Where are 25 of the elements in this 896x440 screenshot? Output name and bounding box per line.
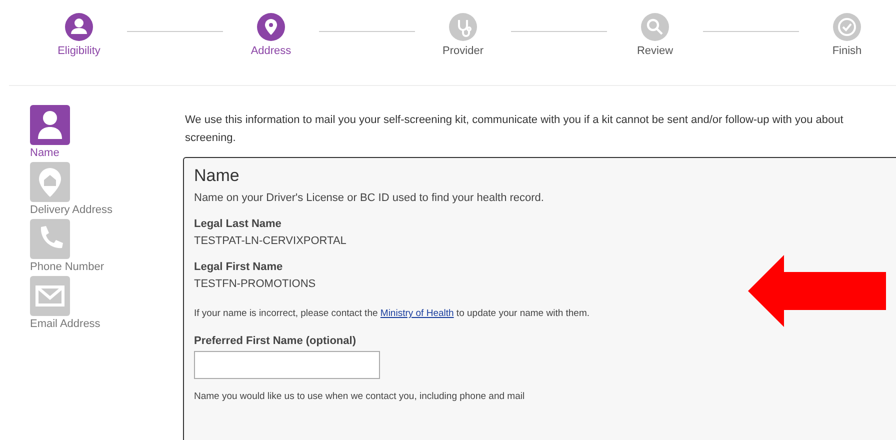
input-field[interactable]	[194, 351, 380, 379]
card-subtitle: Name on your Driver's License or BC ID used to find your health record.	[194, 192, 545, 204]
field-value: TESTPAT-LN-CERVIXPORTAL	[194, 235, 348, 247]
section-label[interactable]: Name	[30, 145, 60, 161]
person-icon[interactable]	[30, 105, 70, 145]
card-title: Name	[194, 166, 240, 186]
section-label[interactable]: Phone Number	[30, 259, 104, 275]
envelope-icon[interactable]	[30, 276, 70, 316]
step-label: Eligibility	[58, 45, 100, 57]
step-label: Review	[636, 45, 674, 57]
field-label: Legal Last Name	[194, 218, 282, 230]
house-pin-icon[interactable]	[30, 162, 70, 202]
step-label: Provider	[442, 45, 484, 57]
field-hint: Name you would like us to use when we contact you, including phone and mail	[194, 391, 526, 402]
step-label: Finish	[832, 45, 862, 57]
intro-text: We use this information to mail you your self-screening kit, communicate with you if a kit cannot be sent and/or follow-up with you about screening.	[185, 113, 844, 146]
step-label: Address	[250, 45, 292, 57]
section-label[interactable]: Delivery Address	[30, 202, 113, 218]
field-value: TESTFN-PROMOTIONS	[194, 278, 317, 290]
field-label: Legal First Name	[194, 261, 284, 273]
ministry-link[interactable]: Ministry of Health	[380, 308, 454, 319]
field-label: Preferred First Name (optional)	[194, 335, 357, 347]
section-label[interactable]: Email Address	[30, 316, 100, 332]
phone-icon[interactable]	[30, 219, 70, 259]
note-text: If your name is incorrect, please contact the Ministry of Health to update your name with them.	[194, 308, 591, 319]
